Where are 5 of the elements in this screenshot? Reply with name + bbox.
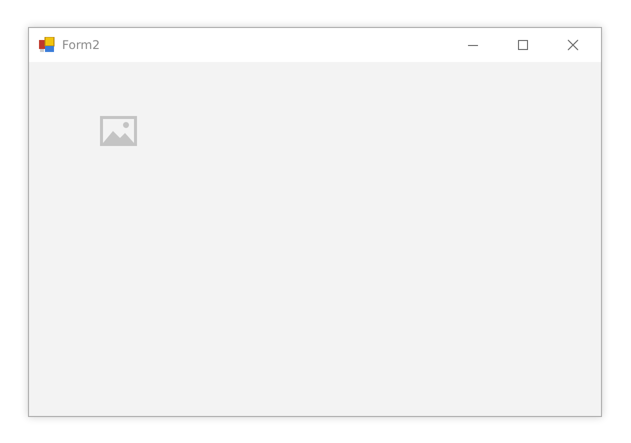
window-title: Form2 <box>62 37 100 54</box>
maximize-icon <box>517 39 529 51</box>
image-placeholder-icon <box>100 116 137 146</box>
app-icon <box>39 37 55 53</box>
close-icon <box>567 39 579 51</box>
